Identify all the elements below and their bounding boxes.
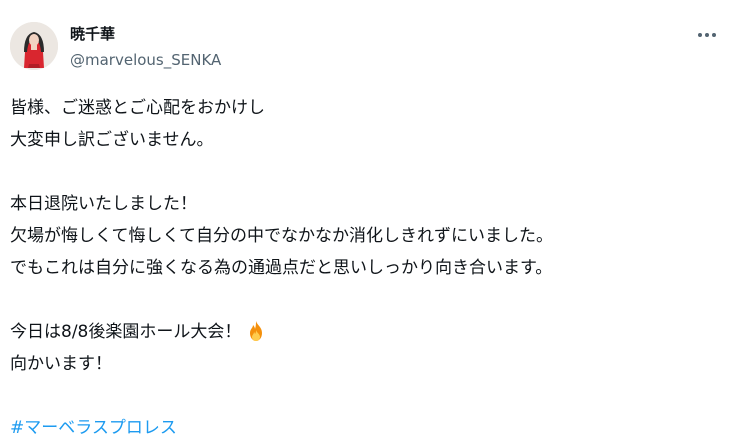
- tweet-line: 欠場が悔しくて悔しくて自分の中でなかなか消化しきれずにいました。: [10, 226, 553, 246]
- tweet-line: でもこれは自分に強くなる為の通過点だと思いしっかり向き合います。: [10, 258, 553, 278]
- tweet-line-with-emoji: 今日は8/8後楽園ホール大会！: [10, 316, 722, 348]
- user-handle[interactable]: @marvelous_SENKA: [70, 50, 221, 70]
- tweet-line: 皆様、ご迷惑とご心配をおかけし: [10, 98, 265, 118]
- avatar[interactable]: [10, 22, 58, 70]
- avatar-image: [10, 22, 58, 70]
- display-name[interactable]: 暁千華: [70, 24, 115, 44]
- tweet-card: 暁千華 @marvelous_SENKA 皆様、ご迷惑とご心配をおかけし 大変申…: [0, 0, 732, 446]
- more-options-button[interactable]: [690, 22, 724, 48]
- fire-emoji-icon: [244, 319, 268, 354]
- hashtag-link[interactable]: #マーベラスプロレス: [10, 412, 722, 444]
- more-options-icon: [698, 33, 716, 37]
- tweet-text: 皆様、ご迷惑とご心配をおかけし 大変申し訳ございません。 本日退院いたしました！…: [10, 92, 722, 444]
- tweet-line: 今日は8/8後楽園ホール大会！: [10, 322, 242, 342]
- tweet-line: 向かいます！: [10, 354, 112, 374]
- tweet-line: 大変申し訳ございません。: [10, 130, 214, 150]
- tweet-line: 本日退院いたしました！: [10, 194, 197, 214]
